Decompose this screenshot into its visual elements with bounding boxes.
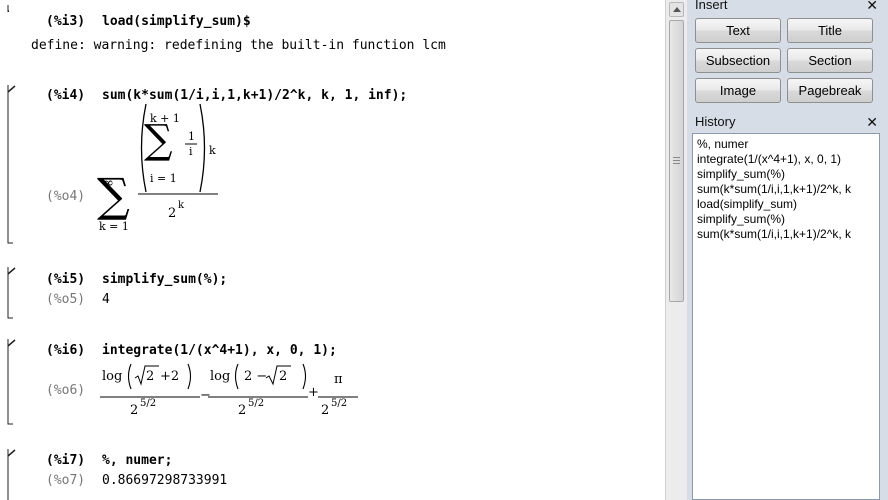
inner-sum-sigma: ∑ bbox=[144, 117, 173, 163]
history-item[interactable]: integrate(1/(x^4+1), x, 0, 1) bbox=[697, 152, 841, 167]
inner-sum-lower: i = 1 bbox=[150, 172, 177, 185]
input-label: (%i5) bbox=[46, 272, 86, 287]
term2-log: log bbox=[210, 369, 231, 384]
term2-den-exp: 5/2 bbox=[248, 398, 265, 409]
input-text[interactable]: %, numer; bbox=[102, 453, 172, 468]
term1-plus-two: +2 bbox=[160, 369, 180, 384]
term1-den-exp: 5/2 bbox=[140, 398, 157, 409]
history-item[interactable]: sum(k*sum(1/i,i,1,k+1)/2^k, k bbox=[697, 227, 851, 242]
history-item[interactable]: load(simplify_sum) bbox=[697, 197, 797, 212]
history-item[interactable]: %, numer bbox=[697, 137, 748, 152]
input-text[interactable]: load(simplify_sum)$ bbox=[102, 14, 251, 29]
scroll-grip-icon bbox=[673, 160, 680, 161]
insert-title-button[interactable]: Title bbox=[787, 18, 873, 43]
term1-log: log bbox=[102, 369, 123, 384]
input-text[interactable]: sum(k*sum(1/i,i,1,k+1)/2^k, k, 1, inf); bbox=[102, 88, 407, 103]
output-label: (%o6) bbox=[46, 383, 86, 398]
cell-bracket[interactable] bbox=[0, 334, 20, 426]
term2-two-minus: 2 − bbox=[244, 369, 268, 384]
close-icon[interactable]: ✕ bbox=[866, 0, 878, 13]
term1-sqrt-arg: 2 bbox=[146, 369, 155, 384]
worksheet[interactable]: (%i3) load(simplify_sum)$ define: warnin… bbox=[0, 0, 665, 500]
vertical-scrollbar[interactable] bbox=[665, 0, 687, 500]
term3-pi: π bbox=[334, 372, 343, 387]
insert-subsection-button[interactable]: Subsection bbox=[695, 48, 781, 73]
input-label: (%i7) bbox=[46, 453, 86, 468]
scroll-up-arrow-icon[interactable] bbox=[669, 2, 684, 17]
term3-den-base: 2 bbox=[321, 403, 330, 418]
term3-den-exp: 5/2 bbox=[331, 398, 348, 409]
close-icon[interactable]: ✕ bbox=[866, 116, 878, 130]
term2-sqrt-arg: 2 bbox=[279, 369, 288, 384]
insert-text-button[interactable]: Text bbox=[695, 18, 781, 43]
cell-bracket[interactable] bbox=[0, 80, 20, 245]
history-item[interactable]: sum(k*sum(1/i,i,1,k+1)/2^k, k bbox=[697, 182, 851, 197]
scroll-grip-icon bbox=[673, 163, 680, 164]
insert-panel-title: Insert bbox=[687, 0, 888, 15]
input-label: (%i6) bbox=[46, 343, 86, 358]
scroll-grip-icon bbox=[673, 157, 680, 158]
cell-bracket[interactable] bbox=[0, 0, 9, 12]
inner-frac-den: i bbox=[189, 145, 193, 158]
main-frac-bar bbox=[138, 193, 218, 195]
history-panel-title-text: History bbox=[695, 114, 736, 129]
insert-image-button[interactable]: Image bbox=[695, 78, 781, 103]
cell-i3[interactable]: (%i3) load(simplify_sum)$ define: warnin… bbox=[0, 0, 665, 62]
term2-den-base: 2 bbox=[238, 403, 247, 418]
inner-frac-num: 1 bbox=[188, 130, 195, 143]
output-value: 4 bbox=[102, 292, 110, 307]
history-panel-title: History bbox=[687, 114, 888, 132]
input-label: (%i3) bbox=[46, 14, 86, 29]
warning-text: define: warning: redefining the built-in… bbox=[31, 38, 446, 53]
insert-pagebreak-button[interactable]: Pagebreak bbox=[787, 78, 873, 103]
cell-bracket[interactable] bbox=[0, 262, 20, 320]
power-k: k bbox=[209, 144, 216, 157]
output-label: (%o7) bbox=[46, 473, 86, 488]
den-exp: k bbox=[178, 200, 185, 211]
cell-i4[interactable]: (%i4) sum(k*sum(1/i,i,1,k+1)/2^k, k, 1, … bbox=[0, 80, 665, 245]
input-text[interactable]: simplify_sum(%); bbox=[102, 272, 227, 287]
cell-i7[interactable]: (%i7) %, numer; (%o7) 0.86697298733991 bbox=[0, 444, 665, 500]
term1-den-base: 2 bbox=[130, 403, 139, 418]
output-value: 0.86697298733991 bbox=[102, 473, 228, 488]
outer-sum-sigma: ∑ bbox=[97, 168, 130, 222]
output-label: (%o5) bbox=[46, 292, 86, 307]
cell-i5[interactable]: (%i5) simplify_sum(%); (%o5) 4 bbox=[0, 262, 665, 320]
history-item[interactable]: simplify_sum(%) bbox=[697, 167, 785, 182]
scroll-thumb[interactable] bbox=[669, 20, 684, 302]
input-text[interactable]: integrate(1/(x^4+1), x, 0, 1); bbox=[102, 343, 337, 358]
cell-i6[interactable]: (%i6) integrate(1/(x^4+1), x, 0, 1); (%o… bbox=[0, 334, 665, 426]
insert-panel-title-text: Insert bbox=[695, 0, 728, 12]
den-base: 2 bbox=[168, 206, 177, 221]
output-label: (%o4) bbox=[46, 189, 86, 204]
history-list[interactable]: %, numer integrate(1/(x^4+1), x, 0, 1) s… bbox=[692, 133, 880, 500]
cell-bracket[interactable] bbox=[0, 444, 20, 500]
history-item[interactable]: simplify_sum(%) bbox=[697, 212, 785, 227]
insert-section-button[interactable]: Section bbox=[787, 48, 873, 73]
input-label: (%i4) bbox=[46, 88, 86, 103]
outer-sum-lower: k = 1 bbox=[99, 220, 129, 233]
